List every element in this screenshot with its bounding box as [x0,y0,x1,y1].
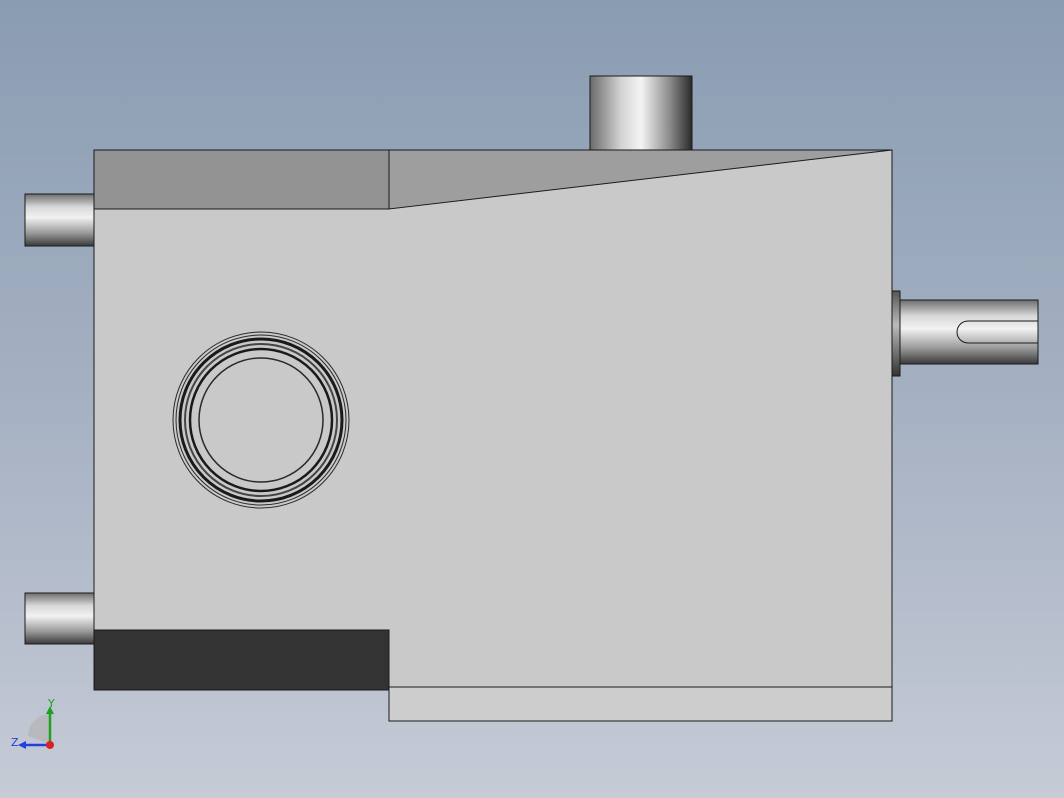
housing-top-face[interactable] [93,149,390,210]
z-arrow-icon [18,741,26,749]
housing-bottom-dark-face[interactable] [93,629,390,691]
right-output-shaft[interactable] [899,299,1039,365]
housing-base-step[interactable] [388,686,893,722]
right-shaft-flange[interactable] [891,290,901,377]
y-axis-label: Y [47,698,55,710]
top-boss[interactable] [589,75,693,151]
left-lower-shaft[interactable] [24,592,96,645]
left-upper-shaft[interactable] [24,193,96,247]
housing-body[interactable] [93,149,893,688]
graphics-viewport[interactable]: Y Z [0,0,1064,798]
x-axis-icon [46,741,54,749]
triad-background [28,714,50,744]
gearbox-model[interactable] [0,0,1064,798]
z-axis-label: Z [11,736,19,749]
orientation-triad[interactable]: Y Z [8,698,64,758]
